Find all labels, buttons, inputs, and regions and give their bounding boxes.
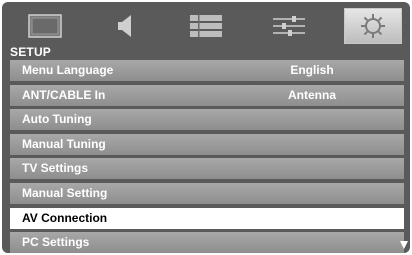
section-title: SETUP: [10, 45, 52, 59]
menu-item-auto-tuning[interactable]: Auto Tuning: [10, 109, 404, 131]
setup-menu-list: Menu Language English ANT/CABLE In Anten…: [10, 60, 404, 253]
tab-setup[interactable]: [344, 8, 402, 44]
picture-icon: [28, 14, 62, 38]
menu-item-pc-settings[interactable]: PC Settings: [10, 232, 404, 253]
menu-item-ant-cable-in[interactable]: ANT/CABLE In Antenna: [10, 84, 404, 106]
menu-item-label: Auto Tuning: [22, 112, 92, 127]
menu-item-av-connection[interactable]: AV Connection: [10, 207, 404, 229]
down-arrow-icon[interactable]: [400, 241, 408, 249]
category-icon-bar: [2, 2, 410, 48]
menu-item-tv-settings[interactable]: TV Settings: [10, 158, 404, 180]
adjust-sliders-icon: [272, 14, 306, 38]
menu-item-label: Manual Setting: [22, 185, 108, 200]
setup-gear-icon: [359, 12, 387, 40]
menu-item-label: PC Settings: [22, 235, 90, 250]
sound-icon: [113, 13, 137, 39]
menu-item-label: Menu Language: [22, 63, 114, 77]
tab-picture[interactable]: [16, 8, 74, 44]
menu-item-manual-tuning[interactable]: Manual Tuning: [10, 133, 404, 155]
tab-sound[interactable]: [96, 8, 154, 44]
menu-item-label: ANT/CABLE In: [22, 87, 106, 102]
menu-item-value: English: [290, 63, 334, 77]
menu-item-label: AV Connection: [22, 210, 108, 225]
menu-item-menu-language[interactable]: Menu Language English: [10, 60, 404, 81]
tab-adjust[interactable]: [260, 8, 318, 44]
menu-item-label: Manual Tuning: [22, 136, 106, 151]
tv-setup-menu: SETUP Menu Language English ANT/CABLE In…: [2, 2, 410, 253]
menu-item-label: TV Settings: [22, 161, 89, 176]
menu-item-manual-setting[interactable]: Manual Setting: [10, 182, 404, 204]
channel-list-icon: [189, 14, 223, 38]
tab-channel[interactable]: [177, 8, 235, 44]
menu-item-value: Antenna: [288, 87, 336, 102]
